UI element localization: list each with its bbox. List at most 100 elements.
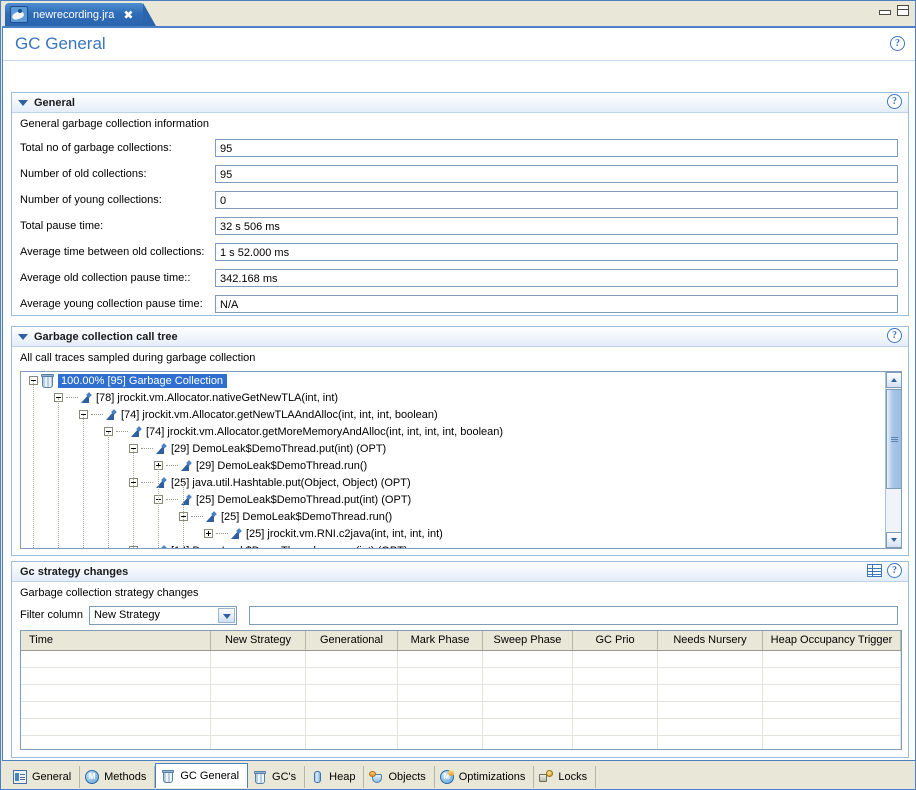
call-tree-row[interactable]: [14] DemoLeak$DemoThread.remove(int) (OP… — [21, 542, 886, 548]
table-cell — [763, 736, 901, 749]
table-cell — [306, 702, 398, 718]
method-icon — [130, 426, 142, 438]
table-row[interactable] — [21, 668, 901, 685]
document-tab-strip: newrecording.jra ✖ — [1, 1, 915, 26]
close-icon[interactable]: ✖ — [123, 9, 133, 21]
table-column-header[interactable]: Generational — [306, 631, 398, 650]
gc-strategy-table[interactable]: Time New Strategy Generational Mark Phase Sw… — [20, 630, 902, 750]
method-icon — [155, 545, 167, 548]
bottom-tab-bar: General M Methods GC General GC's Heap Objects… — [2, 760, 915, 788]
call-tree-row[interactable]: [29] DemoLeak$DemoThread.run() — [21, 457, 886, 474]
scrollbar-thumb[interactable] — [886, 389, 901, 489]
call-tree-row[interactable]: [29] DemoLeak$DemoThread.put(int) (OPT) — [21, 440, 886, 457]
call-tree-row[interactable]: [74] jrockit.vm.Allocator.getNewTLAAndAl… — [21, 406, 886, 423]
tree-guide-line — [83, 415, 85, 548]
table-column-header[interactable]: Needs Nursery — [658, 631, 763, 650]
filter-column-select[interactable]: New Strategy — [88, 605, 237, 625]
call-tree-row-label: [29] DemoLeak$DemoThread.run() — [196, 459, 368, 472]
call-tree-row[interactable]: [25] DemoLeak$DemoThread.put(int) (OPT) — [21, 491, 886, 508]
method-icon — [105, 409, 117, 421]
table-row[interactable] — [21, 736, 901, 749]
general-section-description: General garbage collection information — [20, 118, 209, 130]
bottom-tab-general[interactable]: General — [8, 766, 81, 788]
table-column-header[interactable]: New Strategy — [211, 631, 306, 650]
objects-icon — [369, 770, 383, 784]
document-tab-newrecording[interactable]: newrecording.jra ✖ — [5, 3, 157, 26]
gc-strategy-section-header[interactable]: Gc strategy changes ? — [12, 562, 908, 582]
chevron-down-icon[interactable] — [18, 333, 28, 340]
tree-connector — [91, 413, 103, 416]
method-icon — [180, 460, 192, 472]
table-cell — [763, 685, 901, 701]
general-field-value[interactable]: 342.168 ms — [215, 269, 898, 287]
table-cell — [306, 719, 398, 735]
table-cell — [483, 668, 573, 684]
expand-icon[interactable] — [204, 529, 213, 538]
general-field-value[interactable]: 32 s 506 ms — [215, 217, 898, 235]
maximize-button[interactable] — [897, 5, 909, 16]
call-tree-row[interactable]: [25] java.util.Hashtable.put(Object, Obj… — [21, 474, 886, 491]
table-column-header[interactable]: Heap Occupancy Trigger — [763, 631, 901, 650]
table-cell — [398, 702, 483, 718]
general-section-header[interactable]: General ? — [12, 93, 908, 113]
table-cell — [398, 685, 483, 701]
help-icon[interactable]: ? — [890, 36, 905, 51]
window-controls — [878, 5, 909, 16]
general-field-row: Total pause time: 32 s 506 ms — [12, 213, 908, 239]
bottom-tab-label: Heap — [329, 771, 356, 783]
call-tree-row[interactable]: [78] jrockit.vm.Allocator.nativeGetNewTL… — [21, 389, 886, 406]
filter-text-input[interactable] — [248, 605, 898, 625]
table-row[interactable] — [21, 719, 901, 736]
general-field-value[interactable]: 95 — [215, 165, 898, 183]
table-column-header[interactable]: GC Prio — [573, 631, 658, 650]
general-field-label: Average young collection pause time: — [20, 298, 203, 310]
chevron-down-icon[interactable] — [18, 99, 28, 106]
table-view-icon[interactable] — [867, 564, 882, 577]
bottom-tab-gc-s[interactable]: GC's — [248, 766, 306, 788]
minimize-button[interactable] — [878, 5, 891, 16]
general-field-value[interactable]: N/A — [215, 295, 898, 313]
heap-icon — [310, 770, 324, 784]
table-row[interactable] — [21, 685, 901, 702]
help-icon[interactable]: ? — [887, 94, 902, 109]
calltree-section-header[interactable]: Garbage collection call tree ? — [12, 327, 908, 347]
table-header-row: Time New Strategy Generational Mark Phase Sw… — [21, 631, 901, 651]
bottom-tab-heap[interactable]: Heap — [305, 766, 365, 788]
call-tree-row-label: [78] jrockit.vm.Allocator.nativeGetNewTL… — [96, 391, 339, 404]
bottom-tab-optimizations[interactable]: M Optimizations — [435, 766, 535, 788]
table-cell — [658, 668, 763, 684]
table-row[interactable] — [21, 651, 901, 668]
general-field-value[interactable]: 0 — [215, 191, 898, 209]
table-cell — [483, 719, 573, 735]
table-cell — [21, 702, 211, 718]
bottom-tab-locks[interactable]: Locks — [534, 766, 597, 788]
table-row[interactable] — [21, 702, 901, 719]
help-icon[interactable]: ? — [887, 328, 902, 343]
table-column-header[interactable]: Sweep Phase — [483, 631, 573, 650]
general-field-value[interactable]: 95 — [215, 139, 898, 157]
general-field-value[interactable]: 1 s 52.000 ms — [215, 243, 898, 261]
scroll-up-arrow-icon[interactable] — [886, 372, 901, 388]
table-column-header[interactable]: Mark Phase — [398, 631, 483, 650]
tree-guide-line — [58, 398, 60, 548]
call-tree-row[interactable]: [74] jrockit.vm.Allocator.getMoreMemoryA… — [21, 423, 886, 440]
call-tree-row[interactable]: [25] jrockit.vm.RNI.c2java(int, int, int… — [21, 525, 886, 542]
table-cell — [211, 651, 306, 667]
chevron-down-icon[interactable] — [217, 607, 235, 623]
call-tree[interactable]: 100.00% [95] Garbage Collection [78] jroc… — [20, 371, 902, 549]
help-icon[interactable]: ? — [887, 563, 902, 578]
scroll-down-arrow-icon[interactable] — [886, 532, 901, 548]
bottom-tab-methods[interactable]: M Methods — [80, 766, 156, 788]
tree-guide-line — [133, 449, 135, 548]
call-tree-row-label: [25] DemoLeak$DemoThread.put(int) (OPT) — [196, 493, 412, 506]
call-tree-scrollbar[interactable] — [885, 372, 901, 548]
tree-connector — [116, 430, 128, 433]
bottom-tab-gc-general[interactable]: GC General — [155, 763, 249, 788]
tree-connector — [141, 447, 153, 450]
table-cell — [211, 685, 306, 701]
table-column-header[interactable]: Time — [21, 631, 211, 650]
call-tree-row[interactable]: [25] DemoLeak$DemoThread.run() — [21, 508, 886, 525]
trash-icon — [41, 373, 54, 388]
bottom-tab-objects[interactable]: Objects — [364, 766, 435, 788]
call-tree-row[interactable]: 100.00% [95] Garbage Collection — [21, 372, 886, 389]
